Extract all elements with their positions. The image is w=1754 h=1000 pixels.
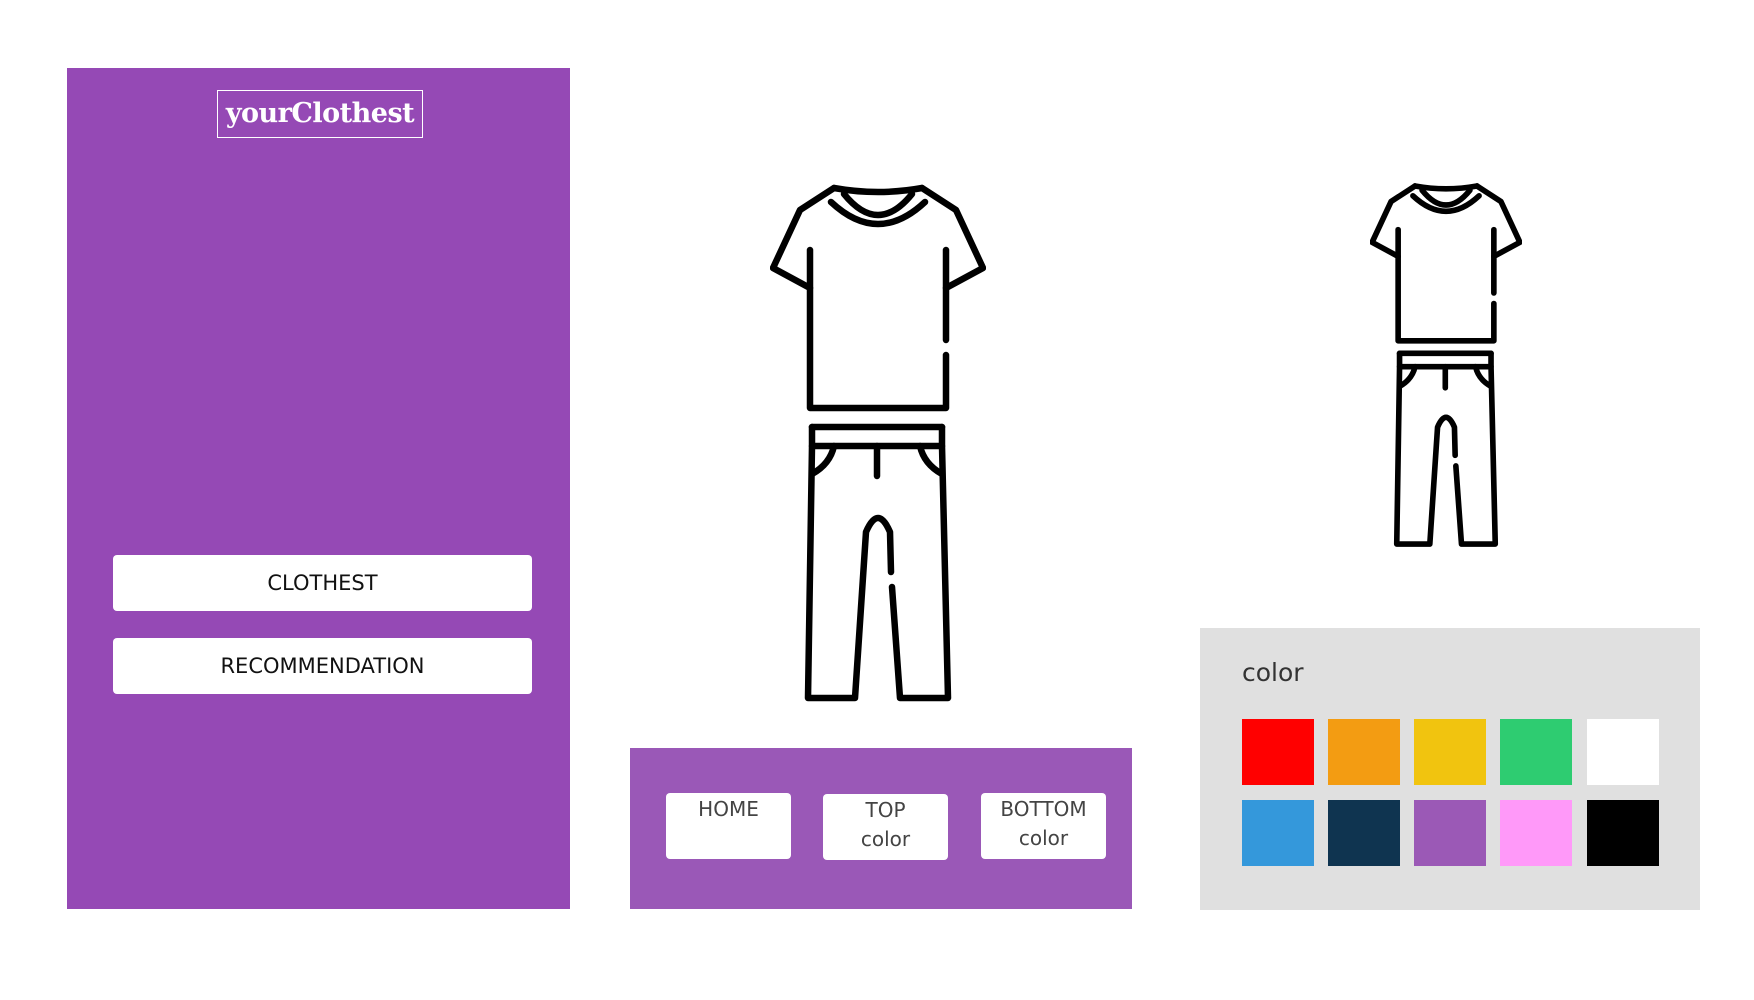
- color-swatch-purple[interactable]: [1414, 800, 1486, 866]
- bottom-color-button-line2: color: [1018, 826, 1069, 850]
- color-panel-title: color: [1242, 658, 1304, 687]
- recommendation-button[interactable]: RECOMMENDATION: [113, 638, 532, 694]
- tshirt-icon[interactable]: [1370, 180, 1522, 344]
- top-color-button[interactable]: TOP color: [823, 794, 948, 860]
- app-logo: yourClothest: [217, 90, 423, 138]
- home-button-label: HOME: [698, 797, 759, 821]
- color-swatch-black[interactable]: [1587, 800, 1659, 866]
- sidebar: yourClothest CLOTHEST RECOMMENDATION: [67, 68, 570, 909]
- top-color-button-line1: TOP: [865, 798, 906, 822]
- bottom-color-button[interactable]: BOTTOM color: [981, 793, 1106, 859]
- outfit-preview-small: [1370, 180, 1522, 547]
- pants-icon[interactable]: [770, 414, 986, 702]
- pants-icon[interactable]: [1370, 344, 1522, 547]
- color-swatch-yellow[interactable]: [1414, 719, 1486, 785]
- color-swatch-pink[interactable]: [1500, 800, 1572, 866]
- top-color-button-line2: color: [860, 827, 911, 851]
- bottom-nav-bar: HOME TOP color BOTTOM color: [630, 748, 1132, 909]
- bottom-color-button-line1: BOTTOM: [1000, 797, 1087, 821]
- tshirt-icon[interactable]: [770, 180, 986, 412]
- color-swatch-red[interactable]: [1242, 719, 1314, 785]
- color-panel: color: [1200, 628, 1700, 910]
- color-swatch-green[interactable]: [1500, 719, 1572, 785]
- color-swatch-navy[interactable]: [1328, 800, 1400, 866]
- color-swatch-blue[interactable]: [1242, 800, 1314, 866]
- color-swatch-orange[interactable]: [1328, 719, 1400, 785]
- home-button[interactable]: HOME: [666, 793, 791, 859]
- outfit-preview-large: [770, 180, 986, 702]
- color-swatch-white[interactable]: [1587, 719, 1659, 785]
- clothest-button[interactable]: CLOTHEST: [113, 555, 532, 611]
